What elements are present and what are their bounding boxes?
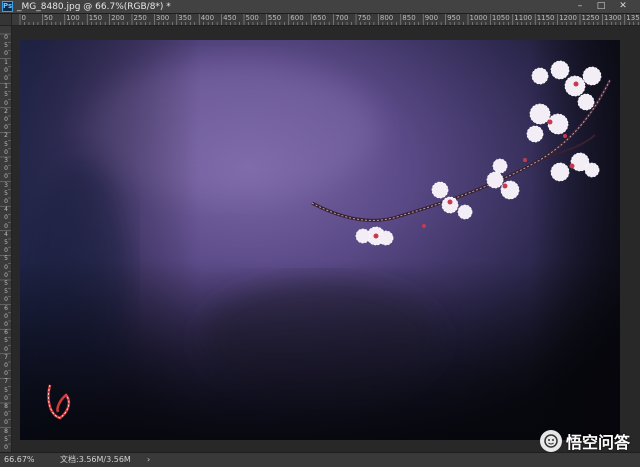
ruler-tick-label: 0: [4, 148, 8, 156]
photoshop-icon: Ps: [2, 1, 13, 12]
ruler-tick-label: 1: [4, 58, 8, 66]
ruler-tick-label: 50: [43, 14, 53, 22]
wukong-logo-icon: [539, 430, 562, 452]
ruler-tick-label: 0: [4, 312, 8, 320]
ruler-tick-label: 7: [4, 378, 8, 386]
ruler-tick-label: 1050: [491, 14, 510, 22]
ruler-tick-label: 5: [4, 91, 8, 99]
ruler-tick-label: 1100: [514, 14, 533, 22]
ruler-tick-label: 5: [4, 189, 8, 197]
restore-button[interactable]: □: [591, 0, 611, 13]
ruler-tick-label: 8: [4, 403, 8, 410]
ruler-tick-label: 200: [111, 14, 125, 22]
ruler-tick-label: 0: [4, 75, 8, 82]
ruler-tick-label: 100: [66, 14, 80, 22]
ruler-tick-label: 0: [4, 34, 8, 41]
ruler-tick-label: 1: [4, 83, 8, 91]
ruler-tick-label: 5: [4, 337, 8, 345]
horizontal-ruler[interactable]: 0 50 100 150 200 250 300 350 400 450 500 550 600 650 7…: [12, 14, 640, 26]
ruler-tick-label: 600: [290, 14, 304, 22]
document-title: _MG_8480.jpg @ 66.7%(RGB/8*) *: [17, 2, 171, 12]
ruler-tick-label: 0: [4, 247, 8, 255]
ruler-tick-label: 0: [4, 411, 8, 419]
ruler-tick-label: 8: [4, 427, 8, 435]
ruler-tick-label: 450: [223, 14, 237, 22]
ruler-tick-label: 0: [4, 419, 8, 427]
ruler-tick-label: 5: [4, 386, 8, 394]
ruler-tick-label: 5: [4, 42, 8, 50]
ruler-tick-label: 4: [4, 206, 8, 214]
close-button[interactable]: ✕: [613, 0, 633, 13]
ruler-tick-label: 0: [4, 50, 8, 58]
ruler-tick-label: 0: [4, 321, 8, 328]
ruler-tick-label: 650: [312, 14, 327, 22]
ruler-tick-label: 0: [4, 198, 8, 205]
ruler-tick-label: 350: [178, 14, 192, 22]
ruler-tick-label: 0: [21, 14, 26, 22]
ruler-tick-label: 0: [4, 165, 8, 173]
ruler-tick-label: 550: [267, 14, 282, 22]
watermark: 悟空问答: [539, 429, 630, 453]
ruler-tick-label: 0: [4, 444, 8, 451]
watermark-text: 悟空问答: [565, 433, 630, 452]
ruler-tick-label: 0: [4, 362, 8, 369]
blossom-photo[interactable]: [20, 40, 620, 440]
ruler-tick-label: 0: [4, 173, 8, 181]
ruler-tick-label: 5: [4, 288, 8, 296]
ruler-tick-label: 800: [379, 14, 394, 22]
ruler-tick-label: 3: [4, 181, 8, 189]
document-tab[interactable]: Ps _MG_8480.jpg @ 66.7%(RGB/8*) * – □ ✕: [0, 0, 640, 14]
minimize-button[interactable]: –: [570, 0, 590, 13]
ruler-tick-label: 950: [447, 14, 461, 22]
ruler-tick-label: 6: [4, 304, 8, 312]
ruler-tick-label: 0: [4, 271, 8, 279]
ruler-tick-label: 0: [4, 263, 8, 271]
ruler-tick-label: 850: [402, 14, 416, 22]
document-size: 文档:3.56M/3.56M: [60, 455, 131, 464]
ruler-tick-label: 1300: [603, 14, 622, 22]
ruler-tick-label: 900: [424, 14, 439, 22]
ruler-tick-label: 0: [4, 370, 8, 378]
ruler-tick-label: 0: [4, 116, 8, 123]
ruler-tick-label: 150: [88, 14, 103, 22]
ruler-tick-label: 0: [4, 394, 8, 402]
ruler-tick-label: 1350: [626, 14, 640, 22]
ruler-tick-label: 700: [335, 14, 349, 22]
ruler-tick-label: 7: [4, 353, 8, 361]
ruler-tick-label: 5: [4, 435, 8, 443]
ruler-tick-label: 3: [4, 157, 8, 164]
ruler-tick-label: 2: [4, 107, 8, 115]
ruler-tick-label: 250: [133, 14, 147, 22]
photo-image: [20, 40, 620, 440]
ruler-tick-label: 0: [4, 345, 8, 353]
ruler-tick-label: 750: [357, 14, 371, 22]
ruler-origin[interactable]: [0, 14, 12, 26]
ruler-tick-label: 2: [4, 132, 8, 140]
ruler-tick-label: 0: [4, 222, 8, 230]
ruler-tick-label: 5: [4, 239, 8, 246]
canvas-area[interactable]: [12, 26, 640, 452]
ruler-tick-label: 0: [4, 99, 8, 107]
ruler-tick-label: 5: [4, 255, 8, 263]
ruler-tick-label: 5: [4, 280, 8, 287]
ruler-tick-label: 0: [4, 66, 8, 74]
ruler-tick-label: 500: [245, 14, 259, 22]
vertical-ruler[interactable]: 0501001502002503003504004505005506006507…: [0, 26, 12, 452]
ruler-tick-label: 0: [4, 296, 8, 304]
zoom-level-field[interactable]: 66.67%: [4, 455, 35, 465]
ruler-tick-label: 5: [4, 140, 8, 148]
ruler-tick-label: 4: [4, 230, 8, 238]
ruler-tick-label: 400: [200, 14, 215, 22]
status-menu-arrow[interactable]: ›: [147, 454, 150, 465]
ruler-tick-label: 0: [4, 124, 8, 132]
status-bar: 66.67% 文档:3.56M/3.56M ›: [0, 452, 640, 467]
ruler-tick-label: 1000: [469, 14, 488, 22]
ruler-tick-label: 6: [4, 329, 8, 337]
ruler-tick-label: 1200: [559, 14, 577, 22]
ruler-tick-label: 0: [4, 214, 8, 222]
ruler-tick-label: 1250: [581, 14, 600, 22]
ruler-tick-label: 1150: [536, 14, 555, 22]
ruler-tick-label: 300: [155, 14, 170, 22]
